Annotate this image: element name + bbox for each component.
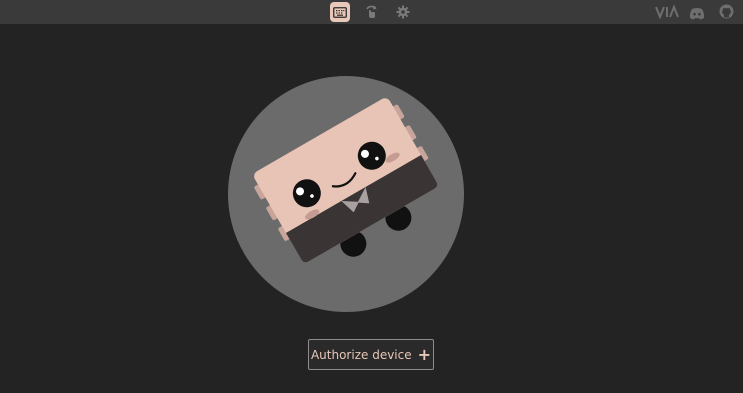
discord-link[interactable] xyxy=(689,5,705,20)
rotate-hand-icon xyxy=(366,5,377,18)
test-tab-button[interactable] xyxy=(361,2,381,22)
top-nav-bar xyxy=(0,0,743,24)
github-link[interactable] xyxy=(719,4,734,19)
via-link[interactable] xyxy=(655,4,679,20)
authorize-device-label: Authorize device xyxy=(310,347,412,362)
keyboard-tab-button[interactable] xyxy=(330,2,350,22)
keyboard-icon xyxy=(333,6,347,18)
authorize-device-button[interactable]: Authorize device + xyxy=(308,339,434,370)
device-mascot-illustration xyxy=(228,76,464,312)
discord-icon xyxy=(689,8,705,20)
github-icon xyxy=(719,4,734,19)
via-logo-icon xyxy=(655,4,679,20)
plus-icon: + xyxy=(417,344,432,364)
settings-tab-button[interactable] xyxy=(393,2,413,22)
gear-icon xyxy=(396,5,410,19)
